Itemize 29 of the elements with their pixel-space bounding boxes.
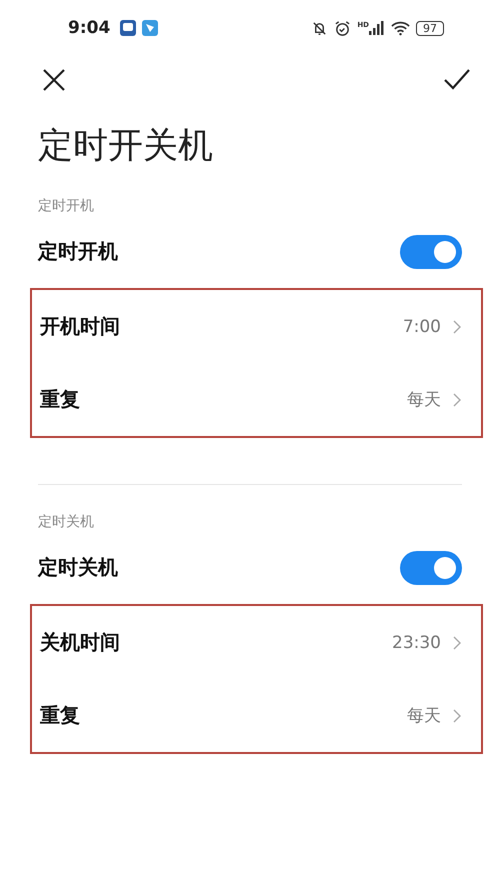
app-icon	[142, 20, 158, 36]
setting-label: 关机时间	[40, 629, 121, 656]
section-label: 定时关机	[38, 513, 95, 531]
chevron-icon	[453, 320, 461, 334]
battery-indicator: 97	[416, 20, 444, 36]
setting-label: 定时关机	[38, 554, 119, 581]
chevron-icon	[453, 636, 461, 650]
bell-off-icon	[311, 20, 328, 36]
setting-value: 每天	[407, 389, 441, 411]
toggle-switch[interactable]	[400, 234, 462, 268]
chevron-icon	[453, 392, 461, 406]
status-time: 9:04	[68, 18, 110, 38]
section-label: 定时开机	[38, 197, 95, 215]
setting-label: 定时开机	[38, 238, 119, 265]
alarm-icon	[334, 20, 352, 36]
setting-value: 7:00	[402, 316, 441, 336]
signal-icon	[369, 21, 385, 35]
setting-label: 开机时间	[40, 313, 121, 340]
confirm-button[interactable]	[444, 68, 470, 92]
chevron-icon	[453, 708, 461, 722]
page-title: 定时开关机	[38, 125, 214, 168]
close-button[interactable]	[42, 68, 66, 92]
wifi-icon	[391, 20, 410, 36]
app-icon	[120, 20, 136, 36]
toggle-switch[interactable]	[400, 550, 462, 584]
setting-value: 每天	[407, 705, 441, 727]
setting-label: 重复	[40, 702, 81, 729]
setting-value: 23:30	[392, 632, 441, 652]
setting-label: 重复	[40, 386, 81, 413]
